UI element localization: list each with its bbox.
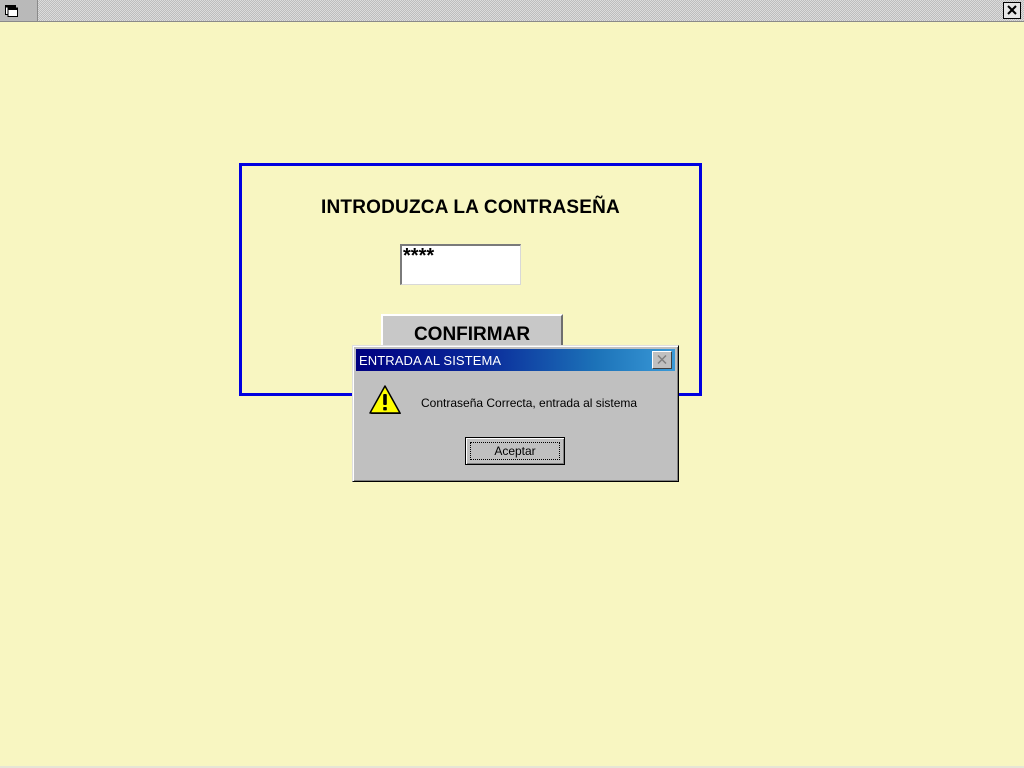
accept-button[interactable]: Aceptar [465, 437, 565, 465]
password-prompt-label: INTRODUZCA LA CONTRASEÑA [321, 197, 620, 218]
window-icon[interactable] [5, 4, 18, 17]
warning-icon [368, 384, 402, 416]
system-menu[interactable] [0, 0, 38, 21]
window-close-button[interactable] [1003, 2, 1021, 19]
accept-button-label: Aceptar [494, 444, 536, 458]
window-title-bar [0, 0, 1024, 22]
dialog-title: ENTRADA AL SISTEMA [359, 353, 502, 368]
message-box: ENTRADA AL SISTEMA Contraseña Correcta, … [352, 345, 679, 482]
password-input[interactable]: **** [400, 244, 521, 285]
dialog-close-button[interactable] [652, 351, 672, 369]
close-icon [657, 351, 667, 369]
dialog-message: Contraseña Correcta, entrada al sistema [421, 396, 638, 410]
close-icon [1007, 2, 1017, 20]
dialog-title-bar[interactable]: ENTRADA AL SISTEMA [356, 349, 675, 371]
